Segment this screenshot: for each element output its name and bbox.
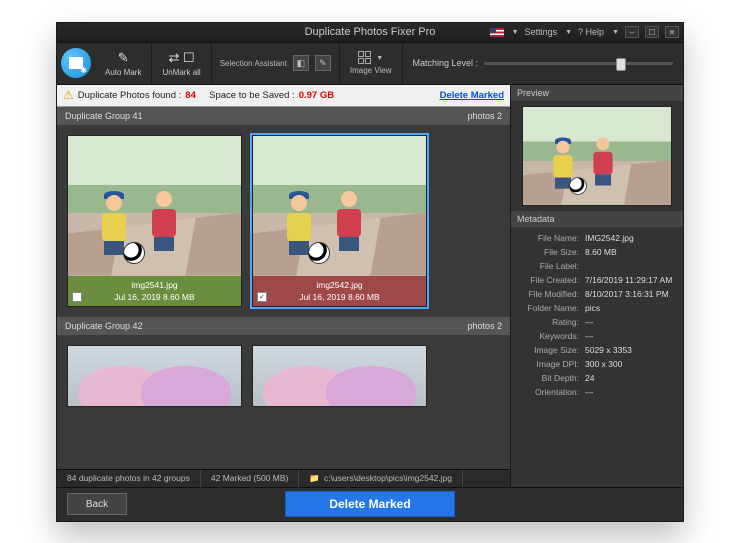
photo-row: img2541.jpg Jul 16, 2019 8.60 MB ✓ img25…: [57, 125, 510, 317]
matching-slider[interactable]: [484, 62, 673, 65]
metadata-value: ---: [585, 331, 677, 341]
photo-card[interactable]: [67, 345, 242, 407]
metadata-value: [585, 261, 677, 271]
matching-level: Matching Level :: [403, 43, 683, 84]
photo-row: [57, 335, 510, 407]
photo-card[interactable]: img2541.jpg Jul 16, 2019 8.60 MB: [67, 135, 242, 307]
toolbar: ✎Auto Mark ⇄ ☐UnMark all Selection Assis…: [57, 43, 683, 85]
unmark-button[interactable]: ⇄ ☐UnMark all: [152, 43, 211, 84]
chevron-down-icon: ▼: [565, 29, 572, 36]
metadata-row: Folder Name:pics: [517, 301, 677, 315]
status-marked: 42 Marked (500 MB): [201, 470, 299, 487]
selection-assistant: Selection Assistant ◧ ✎: [212, 43, 340, 84]
help-link[interactable]: ? Help: [578, 27, 604, 37]
metadata-row: Bit Depth:24: [517, 371, 677, 385]
selection-tool-1[interactable]: ◧: [293, 55, 309, 71]
metadata-value: 8/10/2017 3:16:31 PM: [585, 289, 677, 299]
metadata-list: File Name:IMG2542.jpgFile Size:8.60 MBFi…: [511, 227, 683, 487]
metadata-key: Image Size:: [517, 345, 585, 355]
metadata-value: 24: [585, 373, 677, 383]
info-bar: ⚠ Duplicate Photos found : 84 Space to b…: [57, 85, 510, 107]
settings-link[interactable]: Settings: [525, 27, 558, 37]
wand-icon: ✎: [118, 50, 129, 66]
metadata-key: Keywords:: [517, 331, 585, 341]
unmark-icon: ⇄ ☐: [169, 50, 195, 66]
selection-tool-2[interactable]: ✎: [315, 55, 331, 71]
metadata-key: Bit Depth:: [517, 373, 585, 383]
chevron-down-icon: ▼: [612, 29, 619, 36]
photo-footer: img2541.jpg Jul 16, 2019 8.60 MB: [68, 276, 241, 306]
metadata-row: File Name:IMG2542.jpg: [517, 231, 677, 245]
metadata-key: File Label:: [517, 261, 585, 271]
titlebar-controls: ▼ Settings ▼ ? Help ▼ – ☐ ✕: [490, 26, 679, 38]
status-bar: 84 duplicate photos in 42 groups 42 Mark…: [57, 469, 510, 487]
metadata-value: 300 x 300: [585, 359, 677, 369]
metadata-value: 5029 x 3353: [585, 345, 677, 355]
image-view-toggle[interactable]: ▼ Image View: [340, 43, 403, 84]
metadata-value: 7/16/2019 11:29:17 AM: [585, 275, 677, 285]
metadata-key: File Size:: [517, 247, 585, 257]
metadata-key: Orientation:: [517, 387, 585, 397]
language-flag-icon[interactable]: [490, 28, 504, 37]
close-button[interactable]: ✕: [665, 26, 679, 38]
photo-card[interactable]: [252, 345, 427, 407]
metadata-key: File Created:: [517, 275, 585, 285]
metadata-value: IMG2542.jpg: [585, 233, 677, 243]
main-body: ⚠ Duplicate Photos found : 84 Space to b…: [57, 85, 683, 487]
metadata-key: File Modified:: [517, 289, 585, 299]
preview-area: [511, 101, 683, 211]
metadata-row: Image Size:5029 x 3353: [517, 343, 677, 357]
chevron-down-icon: ▼: [376, 55, 383, 62]
chevron-down-icon: ▼: [512, 29, 519, 36]
preview-header: Preview: [511, 85, 683, 101]
metadata-key: File Name:: [517, 233, 585, 243]
preview-thumbnail: [522, 106, 672, 206]
metadata-key: Image DPI:: [517, 359, 585, 369]
metadata-row: Image DPI:300 x 300: [517, 357, 677, 371]
group-header[interactable]: Duplicate Group 41 photos 2: [57, 107, 510, 125]
metadata-row: File Size:8.60 MB: [517, 245, 677, 259]
automark-button[interactable]: ✎Auto Mark: [95, 43, 152, 84]
photo-thumbnail: [68, 136, 241, 276]
status-summary: 84 duplicate photos in 42 groups: [57, 470, 201, 487]
status-path: 📁c:\users\desktop\pics\img2542.jpg: [299, 470, 463, 487]
photo-card-selected[interactable]: ✓ img2542.jpg Jul 16, 2019 8.60 MB: [252, 135, 427, 307]
metadata-header: Metadata: [511, 211, 683, 227]
photo-footer: ✓ img2542.jpg Jul 16, 2019 8.60 MB: [253, 276, 426, 306]
metadata-value: ---: [585, 317, 677, 327]
titlebar: Duplicate Photos Fixer Pro ▼ Settings ▼ ?…: [57, 23, 683, 43]
photo-thumbnail: [253, 136, 426, 276]
metadata-value: 8.60 MB: [585, 247, 677, 257]
space-saved: 0.97 GB: [299, 90, 334, 101]
duplicate-count: 84: [185, 90, 196, 101]
delete-marked-button[interactable]: Delete Marked: [285, 491, 455, 517]
app-title: Duplicate Photos Fixer Pro: [305, 26, 436, 38]
footer: Back Delete Marked: [57, 487, 683, 521]
results-panel: ⚠ Duplicate Photos found : 84 Space to b…: [57, 85, 511, 487]
side-panel: Preview Metadata File Name:IMG2542.jpgFi…: [511, 85, 683, 487]
metadata-row: Orientation:---: [517, 385, 677, 399]
warning-icon: ⚠: [63, 88, 74, 102]
app-window: Duplicate Photos Fixer Pro ▼ Settings ▼ ?…: [56, 22, 684, 522]
mark-checkbox[interactable]: ✓: [257, 292, 267, 302]
mark-checkbox[interactable]: [72, 292, 82, 302]
grid-icon: [358, 51, 371, 64]
app-logo: [57, 43, 95, 84]
group-header[interactable]: Duplicate Group 42 photos 2: [57, 317, 510, 335]
logo-icon: [61, 48, 91, 78]
metadata-row: Keywords:---: [517, 329, 677, 343]
maximize-button[interactable]: ☐: [645, 26, 659, 38]
metadata-key: Rating:: [517, 317, 585, 327]
back-button[interactable]: Back: [67, 493, 127, 515]
delete-marked-link[interactable]: Delete Marked: [440, 90, 504, 101]
metadata-key: Folder Name:: [517, 303, 585, 313]
minimize-button[interactable]: –: [625, 26, 639, 38]
metadata-row: File Created:7/16/2019 11:29:17 AM: [517, 273, 677, 287]
folder-icon: 📁: [309, 473, 320, 484]
metadata-value: ---: [585, 387, 677, 397]
metadata-row: File Modified:8/10/2017 3:16:31 PM: [517, 287, 677, 301]
metadata-row: Rating:---: [517, 315, 677, 329]
metadata-value: pics: [585, 303, 677, 313]
metadata-row: File Label:: [517, 259, 677, 273]
